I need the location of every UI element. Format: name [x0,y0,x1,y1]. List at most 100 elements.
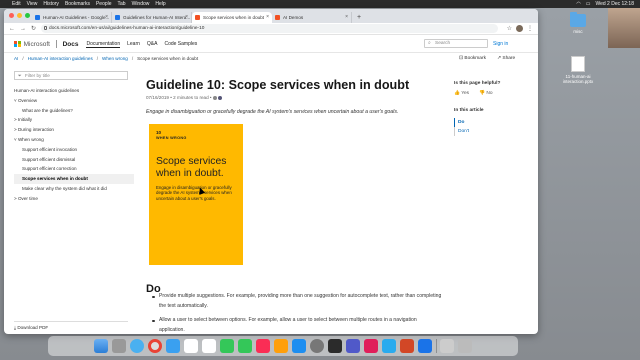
menu-people[interactable]: People [96,0,112,8]
menu-kebab-icon[interactable]: ⋮ [527,25,533,32]
feedback-yes-button[interactable]: 👍 Yes [454,91,469,96]
filter-input[interactable]: ⏷ Filter by title [14,71,128,80]
toc-item-dont[interactable]: Don't [458,127,534,136]
nav-qa[interactable]: Q&A [147,41,158,47]
dock-divider [435,339,437,353]
nav-divider [14,321,128,322]
downloads-stack-icon[interactable] [440,339,455,353]
menu-history[interactable]: History [43,0,59,8]
trash-icon[interactable] [458,339,473,353]
browser-tab-active[interactable]: Scope services when in doubt × [192,12,272,23]
close-tab-icon[interactable]: × [266,12,269,23]
url-bar[interactable]: docs.microsoft.com/en-us/ai/guidelines-h… [41,24,498,33]
share-button[interactable]: ↗ Share [497,56,515,61]
back-icon[interactable]: ← [9,26,15,32]
site-search-input[interactable]: ⌕ Search [424,39,488,48]
books-icon[interactable] [273,339,288,353]
calendar-icon[interactable] [183,339,198,353]
slack-icon[interactable] [363,339,378,353]
contributor-avatar[interactable] [212,95,217,100]
chrome-icon[interactable] [147,339,162,353]
safari-icon[interactable] [129,339,144,353]
messages-icon[interactable] [237,339,252,353]
nav-item[interactable]: Support efficient correction [14,164,134,174]
nav-documentation[interactable]: Documentation [86,41,121,48]
nav-item-when-wrong[interactable]: ˅ When wrong [14,135,134,145]
breadcrumb-when-wrong[interactable]: When wrong [102,56,128,61]
desktop-file-pptx[interactable]: 11-human-ai interaction.pptx [558,56,598,84]
contributor-avatar[interactable] [218,95,223,100]
nav-item[interactable]: Support efficient dismissal [14,155,134,165]
telegram-icon[interactable] [381,339,396,353]
no-label: No [486,91,493,96]
close-tab-icon[interactable]: × [185,12,188,23]
app-store-icon[interactable] [291,339,306,353]
menu-window[interactable]: Window [132,0,150,8]
mail-icon[interactable] [165,339,180,353]
battery-icon[interactable]: ▭ [586,0,591,8]
terminal-icon[interactable] [327,339,342,353]
menu-edit[interactable]: Edit [12,0,21,8]
star-icon[interactable]: ☆ [507,25,512,32]
nav-item-initially[interactable]: > Initially [14,115,134,125]
nav-item-selected[interactable]: Scope services when in doubt [14,174,134,184]
nav-item[interactable]: Make clear why the system did what it di… [14,184,134,194]
powerpoint-icon[interactable] [399,339,414,353]
new-tab-button[interactable]: + [352,12,361,23]
desktop-folder-misc[interactable]: misc [558,12,598,34]
nav-item-over-time[interactable]: > Over time [14,194,134,204]
zoom-icon[interactable] [417,339,432,353]
menubar-clock[interactable]: Wed 2 Dec 12:18 [595,0,634,8]
list-item-text: Allow a user to select between options. … [159,317,417,333]
feedback-no-button[interactable]: 👎 No [479,91,492,96]
menu-tab[interactable]: Tab [118,0,126,8]
music-icon[interactable] [255,339,270,353]
bookmark-button[interactable]: ⊡ Bookmark [459,56,486,61]
nav-item[interactable]: What are the guidelines? [14,106,134,116]
nav-item-during-interaction[interactable]: > During interaction [14,125,134,135]
close-tab-icon[interactable]: × [345,12,348,23]
close-tab-icon[interactable]: × [105,12,108,23]
nav-item[interactable]: Support efficient invocation [14,145,134,155]
toc-heading: In this article [454,108,484,113]
nav-code-samples[interactable]: Code Samples [164,41,197,47]
browser-tab[interactable]: Guidelines for Human-AI Intera... × [112,12,192,23]
maximize-window-button[interactable] [25,13,30,18]
minimize-window-button[interactable] [17,13,22,18]
left-nav: ⏷ Filter by title Human-AI interaction g… [14,71,134,204]
nav-item-overview[interactable]: ˅ Overview [14,96,134,106]
system-preferences-icon[interactable] [309,339,324,353]
nav-learn[interactable]: Learn [127,41,140,47]
wifi-icon[interactable]: ◠ [576,0,580,8]
browser-tab[interactable]: AI Demos × [272,12,352,23]
docs-home-link[interactable]: Docs [63,41,79,48]
facetime-icon[interactable] [219,339,234,353]
card-category: WHEN WRONG [156,136,187,140]
brand-name[interactable]: Microsoft [24,41,50,48]
teams-icon[interactable] [345,339,360,353]
window-controls [9,13,30,18]
desktop-icon-label: misc [573,29,583,34]
microsoft-logo-icon[interactable] [14,40,21,48]
profile-avatar[interactable] [516,25,523,32]
toc-item-do[interactable]: Do [454,118,534,127]
nav-item[interactable]: Human-AI interaction guidelines [14,86,134,96]
forward-icon[interactable]: → [20,26,26,32]
menu-help[interactable]: Help [155,0,165,8]
launchpad-icon[interactable] [111,339,126,353]
photos-icon[interactable] [201,339,216,353]
breadcrumb-ai[interactable]: AI [14,56,18,61]
tab-favicon-icon [275,15,280,20]
reload-icon[interactable]: ↻ [31,25,36,32]
thumbs-down-icon: 👎 [479,91,486,96]
close-window-button[interactable] [9,13,14,18]
breadcrumb-guidelines[interactable]: Human-AI interaction guidelines [28,56,93,61]
menu-view[interactable]: View [27,0,38,8]
browser-tab[interactable]: Human-AI Guidelines - Google... × [32,12,112,23]
menu-bookmarks[interactable]: Bookmarks [65,0,90,8]
finder-icon[interactable] [93,339,108,353]
signin-link[interactable]: Sign in [493,41,508,47]
article-meta-text: 07/16/2019 • 2 minutes to read • [146,95,212,100]
download-pdf-link[interactable]: ⤓ Download PDF [14,325,48,330]
share-label: Share [502,56,516,61]
